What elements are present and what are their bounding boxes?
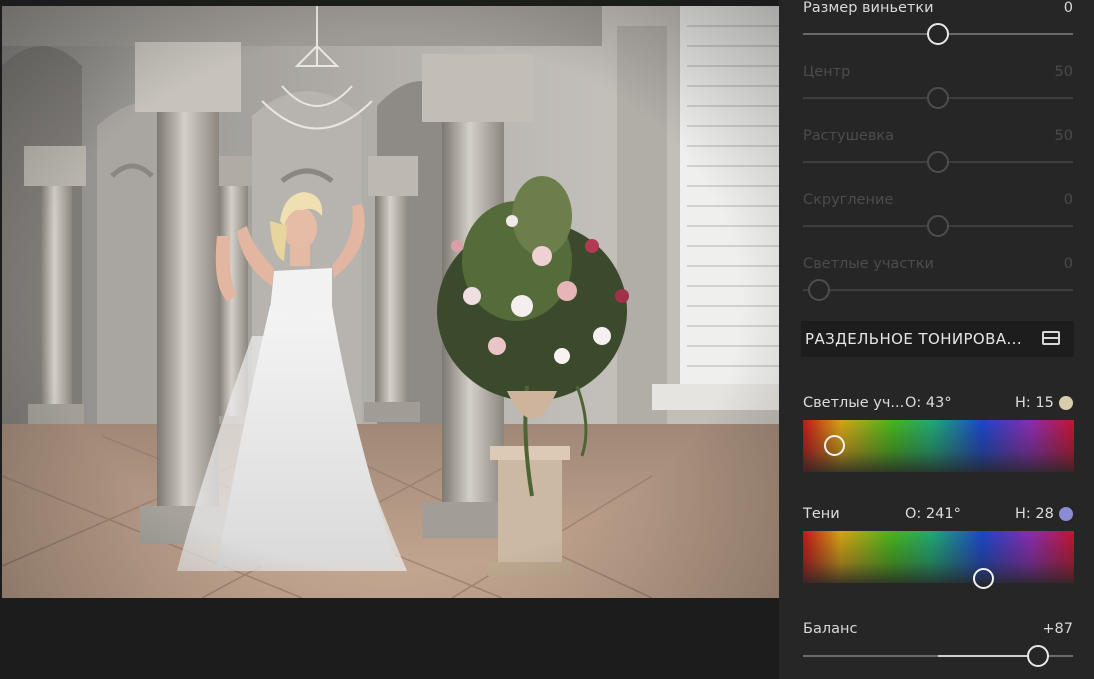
shadows-hue-readout: О: 241°: [905, 506, 961, 522]
split-toning-title: РАЗДЕЛЬНОЕ ТОНИРОВА...: [805, 330, 1022, 348]
slider-track: [803, 289, 1073, 291]
slider-thumb: [927, 215, 949, 237]
split-toning-section-header[interactable]: РАЗДЕЛЬНОЕ ТОНИРОВА...: [801, 321, 1074, 357]
shadows-color-swatch[interactable]: [1059, 507, 1073, 521]
vignette-feather-value: 50: [1054, 128, 1073, 144]
vignette-center-slider: [803, 87, 1073, 109]
highlights-hue-readout: О: 43°: [905, 395, 952, 411]
slider-thumb: [927, 87, 949, 109]
photo-preview: [2, 6, 779, 598]
vignette-feather-slider: [803, 151, 1073, 173]
vignette-highlights-label: Светлые участки: [803, 256, 934, 272]
balance-row: Баланс +87: [803, 619, 1073, 639]
vignette-size-slider[interactable]: [803, 23, 1073, 45]
vignette-size-row: Размер виньетки 0: [803, 0, 1073, 18]
vignette-feather-label: Растушевка: [803, 128, 895, 144]
highlights-color-swatch[interactable]: [1059, 396, 1073, 410]
shadows-tone-label: Тени: [803, 506, 840, 522]
highlights-saturation-readout: Н: 15: [1015, 395, 1054, 411]
shadows-saturation-readout: Н: 28: [1015, 506, 1054, 522]
vignette-highlights-slider: [803, 279, 1073, 301]
adjustments-panel: Размер виньетки 0 Центр 50 Растушевка 50…: [779, 0, 1094, 679]
slider-thumb: [808, 279, 830, 301]
vignette-highlights-value: 0: [1063, 256, 1073, 272]
vignette-size-label: Размер виньетки: [803, 0, 934, 16]
vignette-roundness-slider: [803, 215, 1073, 237]
vignette-highlights-row: Светлые участки 0: [803, 254, 1073, 274]
slider-thumb[interactable]: [927, 23, 949, 45]
slider-thumb[interactable]: [1027, 645, 1049, 667]
photo-image: [2, 6, 779, 598]
vignette-feather-row: Растушевка 50: [803, 126, 1073, 146]
vignette-center-row: Центр 50: [803, 62, 1073, 82]
shadows-tone-row: Тени О: 241° Н: 28: [803, 504, 1073, 524]
vignette-roundness-row: Скругление 0: [803, 190, 1073, 210]
balance-label: Баланс: [803, 621, 858, 637]
vignette-center-label: Центр: [803, 64, 851, 80]
vignette-roundness-label: Скругление: [803, 192, 894, 208]
collapse-section-icon[interactable]: [1042, 331, 1060, 345]
photo-canvas-area: [0, 0, 779, 679]
vignette-center-value: 50: [1054, 64, 1073, 80]
vignette-size-value[interactable]: 0: [1064, 0, 1073, 18]
shadows-color-spectrum[interactable]: [803, 531, 1074, 590]
shadows-color-picker[interactable]: [973, 568, 995, 590]
highlights-color-picker[interactable]: [824, 434, 846, 456]
slider-fill: [938, 655, 1038, 657]
slider-thumb: [927, 151, 949, 173]
balance-value[interactable]: +87: [1042, 619, 1073, 639]
vignette-roundness-value: 0: [1063, 192, 1073, 208]
highlights-tone-label: Светлые уч...: [803, 395, 905, 411]
balance-slider[interactable]: [803, 645, 1073, 667]
highlights-tone-row: Светлые уч... О: 43° Н: 15: [803, 393, 1073, 413]
highlights-color-spectrum[interactable]: [803, 420, 1074, 472]
